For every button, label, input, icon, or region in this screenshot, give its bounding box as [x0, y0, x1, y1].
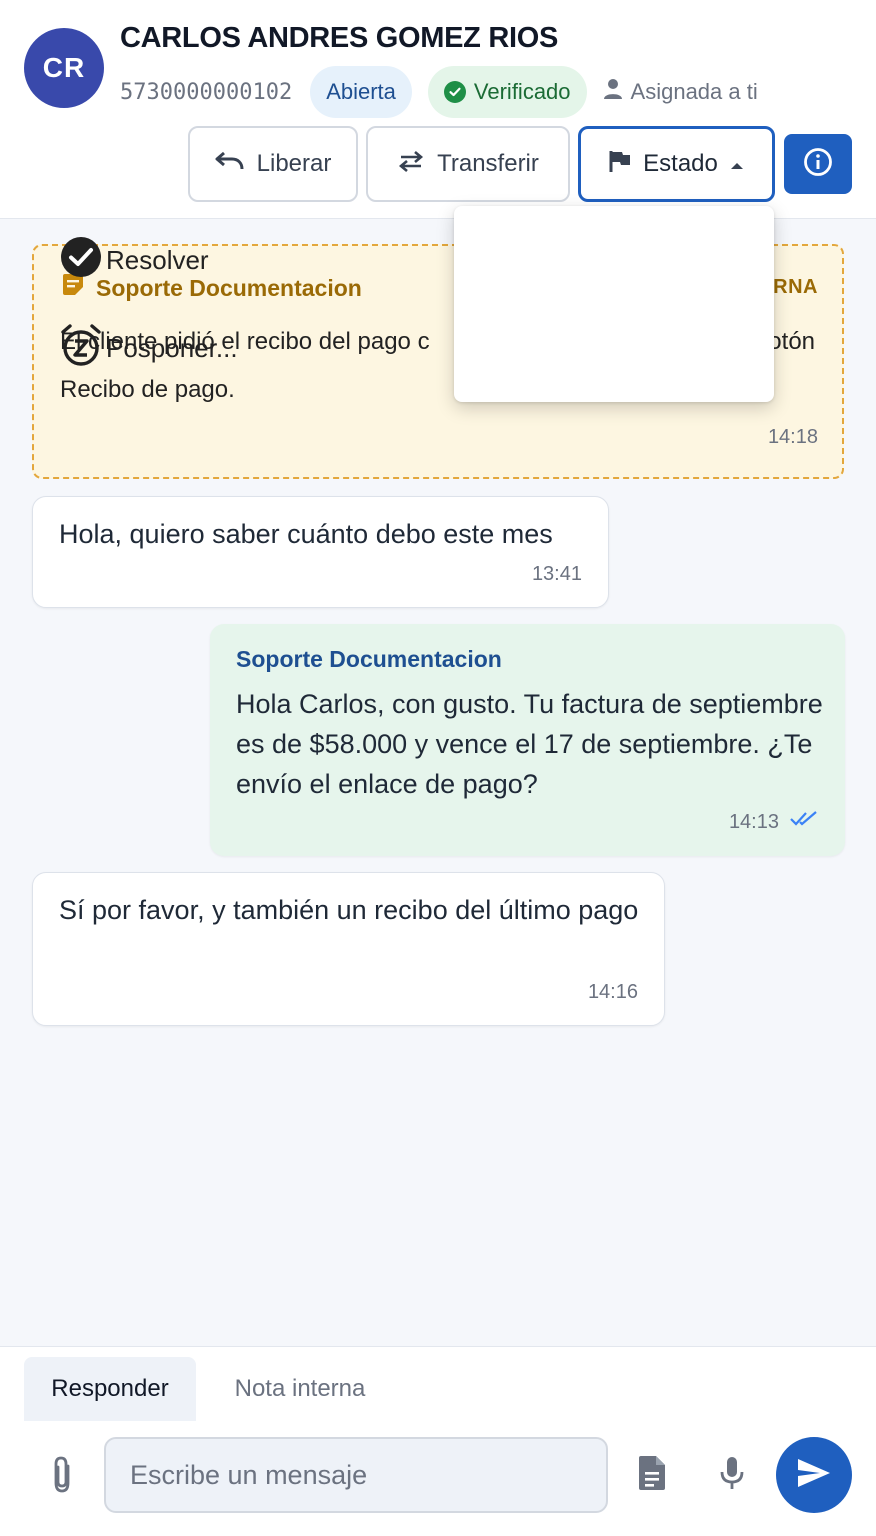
double-check-icon [789, 810, 819, 834]
contact-meta: 5730000000102 Abierta Verificado Asignad… [120, 66, 758, 118]
status-menu-label: Estado [643, 150, 718, 177]
message-timestamp: 13:41 [531, 563, 582, 585]
message-text: Hola Carlos, con gusto. Tu factura de se… [236, 689, 823, 799]
outgoing-message: Soporte Documentacion Hola Carlos, con g… [210, 624, 845, 856]
menu-item-resolver[interactable]: Resolver [60, 236, 209, 284]
template-button[interactable] [632, 1453, 672, 1497]
transfer-button-label: Transferir [437, 150, 539, 177]
menu-item-label: Posponer... [106, 332, 238, 363]
tab-reply[interactable]: Responder [24, 1357, 196, 1421]
message-status-row: 14:13 [729, 810, 819, 834]
tab-internal-note[interactable]: Nota interna [214, 1357, 386, 1421]
snooze-alarm-icon [60, 323, 102, 374]
assignment-indicator: Asignada a ti [603, 78, 758, 106]
undo-icon [215, 150, 245, 179]
status-dropdown-menu [454, 206, 774, 402]
person-icon [603, 78, 623, 106]
message-timestamp: 14:16 [587, 981, 638, 1003]
paperclip-icon [49, 1455, 75, 1500]
attach-button[interactable] [42, 1455, 82, 1499]
release-button-label: Liberar [256, 150, 332, 177]
send-button[interactable] [776, 1437, 852, 1513]
message-text: Sí por favor, y también un recibo del úl… [59, 895, 639, 925]
send-icon [796, 1457, 832, 1494]
info-icon [803, 147, 833, 182]
microphone-icon [718, 1455, 746, 1496]
message-timestamp: 14:13 [728, 810, 779, 833]
conversation-header: CR CARLOS ANDRES GOMEZ RIOS 573000000010… [0, 0, 876, 219]
menu-item-posponer[interactable]: Posponer... [60, 323, 238, 374]
status-badge: Abierta [310, 66, 412, 118]
verified-check-icon [443, 81, 466, 103]
verified-badge-label: Verificado [473, 79, 571, 104]
caret-up-icon [730, 150, 744, 178]
message-text: Hola, quiero saber cuánto debo este mes [59, 519, 553, 549]
swap-arrows-icon [397, 149, 425, 180]
voice-note-button[interactable] [712, 1453, 752, 1497]
contact-name: CARLOS ANDRES GOMEZ RIOS [120, 22, 559, 54]
status-menu-button[interactable]: Estado [578, 126, 775, 202]
contact-phone: 5730000000102 [120, 79, 293, 105]
avatar: CR [24, 28, 104, 108]
info-button[interactable] [784, 134, 852, 194]
note-type-tag: RNA [773, 276, 818, 298]
document-icon [637, 1455, 667, 1496]
message-sender: Soporte Documentacion [236, 646, 502, 672]
status-badge-label: Abierta [326, 79, 396, 104]
incoming-message: Sí por favor, y también un recibo del úl… [32, 872, 665, 1026]
flag-icon [609, 149, 631, 180]
transfer-button[interactable]: Transferir [366, 126, 570, 202]
verified-badge: Verificado [427, 66, 587, 118]
message-composer: Responder Nota interna [0, 1346, 876, 1536]
message-input[interactable] [104, 1437, 608, 1513]
release-button[interactable]: Liberar [188, 126, 358, 202]
assigned-label: Asignada a ti [630, 79, 758, 104]
incoming-message: Hola, quiero saber cuánto debo este mes … [32, 496, 609, 608]
check-circle-icon [60, 236, 102, 285]
menu-item-label: Resolver [106, 244, 209, 275]
note-timestamp: 14:18 [767, 426, 818, 448]
